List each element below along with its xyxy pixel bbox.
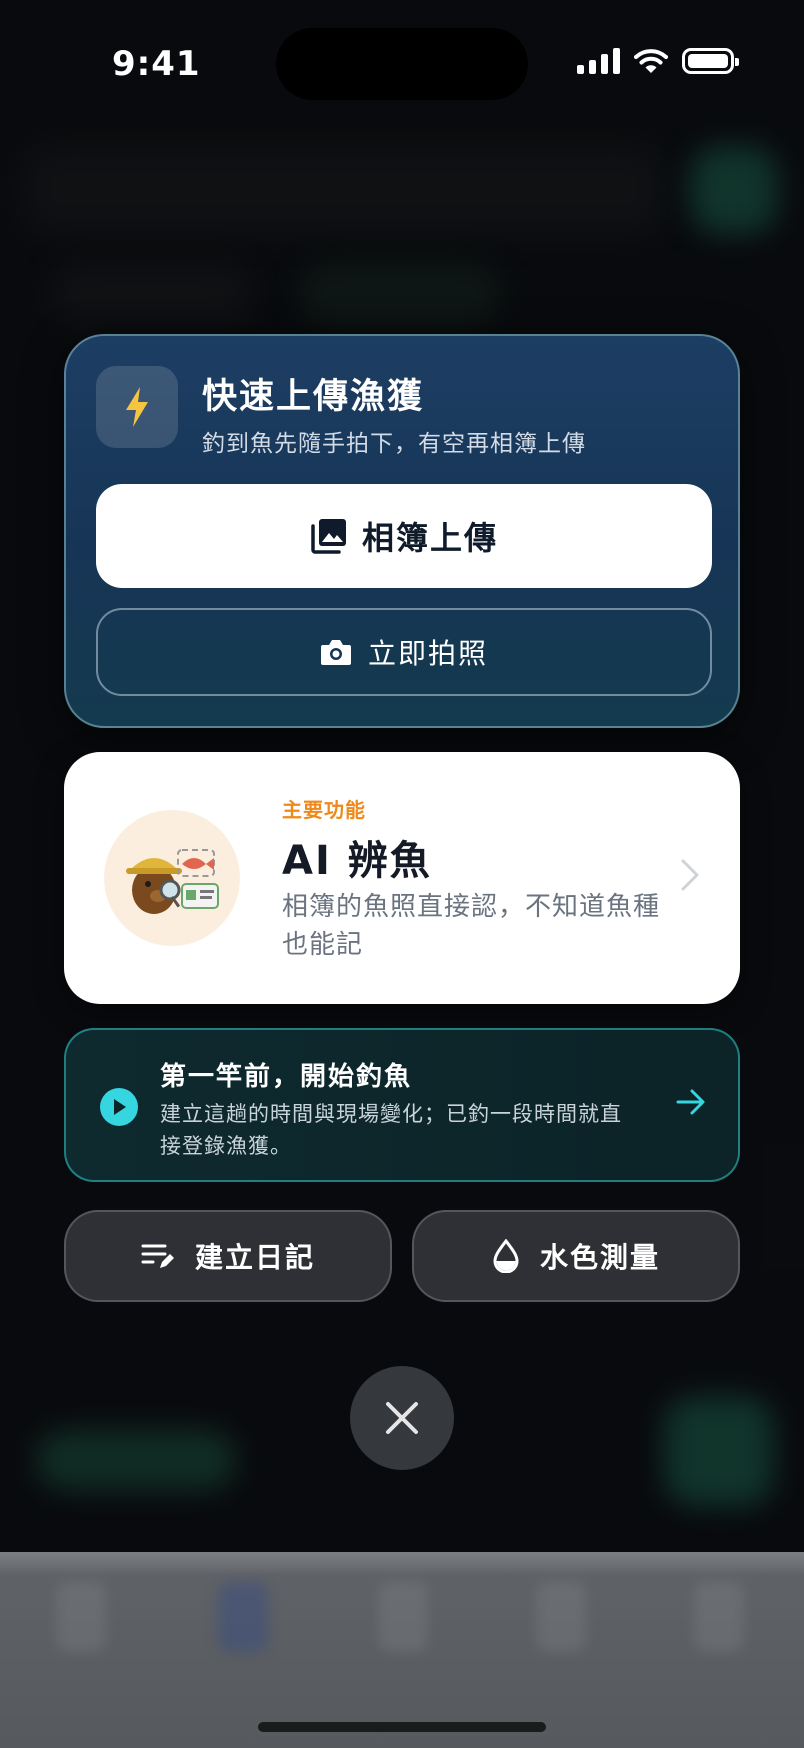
ai-fish-id-card[interactable]: 主要功能 AI 辨魚 相簿的魚照直接認，不知道魚種也能記	[64, 752, 740, 1004]
quick-upload-card: 快速上傳漁獲 釣到魚先隨手拍下，有空再相簿上傳 相簿上傳 立即拍照	[64, 334, 740, 728]
album-upload-button[interactable]: 相簿上傳	[96, 484, 712, 588]
tab-item	[56, 1582, 106, 1652]
album-upload-label: 相簿上傳	[361, 519, 498, 557]
take-photo-button[interactable]: 立即拍照	[96, 608, 712, 696]
create-diary-button[interactable]: 建立日記	[64, 1210, 392, 1302]
close-icon	[386, 1402, 418, 1434]
water-drop-icon	[493, 1239, 519, 1273]
quick-upload-subtitle: 釣到魚先隨手拍下，有空再相簿上傳	[202, 431, 586, 457]
tab-item	[694, 1582, 744, 1652]
ai-fish-id-title: AI 辨魚	[282, 838, 432, 884]
water-color-button[interactable]: 水色測量	[412, 1210, 740, 1302]
ai-fish-id-description: 相簿的魚照直接認，不知道魚種也能記	[282, 892, 661, 960]
battery-icon	[682, 48, 739, 74]
tab-item	[218, 1582, 268, 1652]
start-fishing-description: 建立這趟的時間與現場變化；已釣一段時間就直接登錄漁獲。	[160, 1102, 622, 1158]
photo-album-icon	[311, 519, 346, 554]
quick-upload-title: 快速上傳漁獲	[202, 377, 425, 417]
take-photo-label: 立即拍照	[367, 637, 488, 670]
chevron-right-icon	[681, 859, 699, 891]
tab-bar	[0, 1552, 804, 1748]
tab-item	[536, 1582, 586, 1652]
play-icon	[100, 1088, 138, 1126]
wifi-icon	[634, 49, 668, 73]
dynamic-island	[276, 28, 528, 100]
camera-icon	[320, 640, 351, 665]
cellular-signal-icon	[577, 48, 620, 74]
lightning-icon	[96, 366, 178, 448]
tab-item	[378, 1582, 428, 1652]
start-fishing-card[interactable]: 第一竿前，開始釣魚 建立這趟的時間與現場變化；已釣一段時間就直接登錄漁獲。	[64, 1028, 740, 1182]
feature-tag: 主要功能	[282, 798, 366, 822]
status-icons	[577, 48, 739, 74]
arrow-right-icon	[676, 1089, 705, 1115]
create-diary-label: 建立日記	[194, 1241, 315, 1274]
fish-detective-illustration	[126, 849, 219, 914]
status-time: 9:41	[112, 44, 201, 84]
start-fishing-title: 第一竿前，開始釣魚	[160, 1062, 413, 1092]
home-indicator	[258, 1722, 546, 1732]
mascot-avatar	[104, 810, 240, 946]
edit-list-icon	[141, 1244, 174, 1268]
water-color-label: 水色測量	[539, 1241, 660, 1274]
close-button[interactable]	[350, 1366, 454, 1470]
